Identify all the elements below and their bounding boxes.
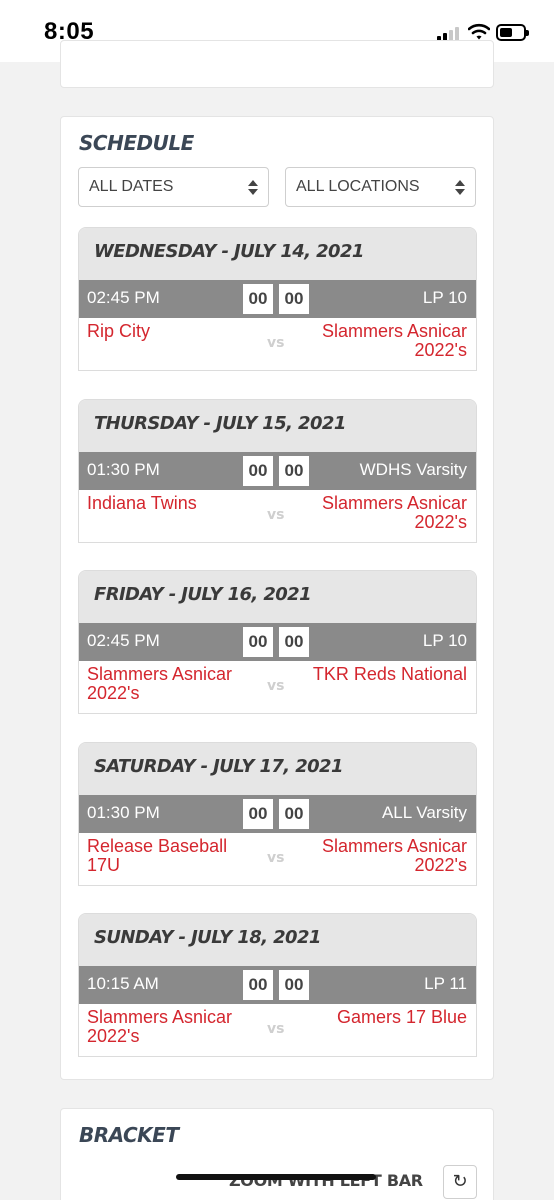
locations-filter-value: ALL LOCATIONS bbox=[296, 178, 420, 195]
game-location: LP 10 bbox=[422, 288, 467, 307]
dates-filter-value: ALL DATES bbox=[89, 178, 174, 195]
home-score: 00 bbox=[242, 626, 274, 658]
game-location: LP 10 bbox=[422, 631, 467, 650]
home-score: 00 bbox=[242, 798, 274, 830]
game-date: THURSDAY - JULY 15, 2021 bbox=[94, 413, 346, 434]
game-location: ALL Varsity bbox=[381, 803, 467, 822]
home-score: 00 bbox=[242, 455, 274, 487]
game-time: 02:45 PM bbox=[87, 288, 160, 307]
home-team-link[interactable]: Indiana Twins bbox=[87, 494, 257, 513]
away-team-link[interactable]: Slammers Asnicar 2022's bbox=[291, 322, 467, 360]
game-date: SUNDAY - JULY 18, 2021 bbox=[94, 927, 321, 948]
battery-icon bbox=[496, 24, 529, 41]
versus-label: vs bbox=[267, 507, 285, 523]
game-time: 10:15 AM bbox=[87, 974, 159, 993]
versus-label: vs bbox=[267, 1021, 285, 1037]
select-arrows-icon bbox=[455, 179, 465, 197]
game-info-bar: 10:15 AM 00 00 LP 11 bbox=[79, 966, 476, 1004]
away-score: 00 bbox=[278, 455, 310, 487]
game-date-header: THURSDAY - JULY 15, 2021 bbox=[79, 400, 476, 452]
bracket-title: BRACKET bbox=[79, 1123, 179, 1147]
game-card: SUNDAY - JULY 18, 2021 10:15 AM 00 00 LP… bbox=[78, 913, 477, 1057]
game-date: WEDNESDAY - JULY 14, 2021 bbox=[94, 241, 364, 262]
home-team-link[interactable]: Rip City bbox=[87, 322, 257, 341]
game-date-header: WEDNESDAY - JULY 14, 2021 bbox=[79, 228, 476, 280]
away-team-link[interactable]: Slammers Asnicar 2022's bbox=[291, 494, 467, 532]
home-team-link[interactable]: Release Baseball 17U bbox=[87, 837, 257, 875]
game-date-header: SATURDAY - JULY 17, 2021 bbox=[79, 743, 476, 795]
refresh-button[interactable]: ↻ bbox=[443, 1165, 477, 1199]
game-card: FRIDAY - JULY 16, 2021 02:45 PM 00 00 LP… bbox=[78, 570, 477, 714]
locations-filter-select[interactable]: ALL LOCATIONS bbox=[285, 167, 476, 207]
schedule-title: SCHEDULE bbox=[79, 131, 194, 155]
wifi-icon bbox=[468, 23, 490, 40]
away-score: 00 bbox=[278, 626, 310, 658]
game-card: THURSDAY - JULY 15, 2021 01:30 PM 00 00 … bbox=[78, 399, 477, 543]
game-info-bar: 01:30 PM 00 00 ALL Varsity bbox=[79, 795, 476, 833]
home-score: 00 bbox=[242, 969, 274, 1001]
select-arrows-icon bbox=[248, 179, 258, 197]
home-team-link[interactable]: Slammers Asnicar 2022's bbox=[87, 1008, 257, 1046]
game-date: SATURDAY - JULY 17, 2021 bbox=[94, 756, 344, 777]
game-time: 02:45 PM bbox=[87, 631, 160, 650]
away-score: 00 bbox=[278, 283, 310, 315]
game-date-header: SUNDAY - JULY 18, 2021 bbox=[79, 914, 476, 966]
away-team-link[interactable]: TKR Reds National bbox=[291, 665, 467, 684]
away-score: 00 bbox=[278, 969, 310, 1001]
dates-filter-select[interactable]: ALL DATES bbox=[78, 167, 269, 207]
game-info-bar: 02:45 PM 00 00 LP 10 bbox=[79, 623, 476, 661]
away-score: 00 bbox=[278, 798, 310, 830]
away-team-link[interactable]: Gamers 17 Blue bbox=[291, 1008, 467, 1027]
game-info-bar: 02:45 PM 00 00 LP 10 bbox=[79, 280, 476, 318]
game-date: FRIDAY - JULY 16, 2021 bbox=[94, 584, 312, 605]
away-team-link[interactable]: Slammers Asnicar 2022's bbox=[291, 837, 467, 875]
home-score: 00 bbox=[242, 283, 274, 315]
game-time: 01:30 PM bbox=[87, 460, 160, 479]
game-time: 01:30 PM bbox=[87, 803, 160, 822]
game-location: WDHS Varsity bbox=[359, 460, 467, 479]
home-indicator[interactable] bbox=[176, 1174, 376, 1180]
home-team-link[interactable]: Slammers Asnicar 2022's bbox=[87, 665, 257, 703]
game-info-bar: 01:30 PM 00 00 WDHS Varsity bbox=[79, 452, 476, 490]
game-date-header: FRIDAY - JULY 16, 2021 bbox=[79, 571, 476, 623]
refresh-icon: ↻ bbox=[452, 1171, 468, 1192]
game-location: LP 11 bbox=[424, 974, 467, 993]
game-card: WEDNESDAY - JULY 14, 2021 02:45 PM 00 00… bbox=[78, 227, 477, 371]
previous-section-card bbox=[60, 40, 494, 88]
schedule-section: SCHEDULE ALL DATES ALL LOCATIONS WEDNESD… bbox=[60, 116, 494, 1080]
versus-label: vs bbox=[267, 335, 285, 351]
versus-label: vs bbox=[267, 678, 285, 694]
bracket-section: BRACKET ZOOM WITH LEFT BAR ↻ bbox=[60, 1108, 494, 1200]
game-card: SATURDAY - JULY 17, 2021 01:30 PM 00 00 … bbox=[78, 742, 477, 886]
versus-label: vs bbox=[267, 850, 285, 866]
